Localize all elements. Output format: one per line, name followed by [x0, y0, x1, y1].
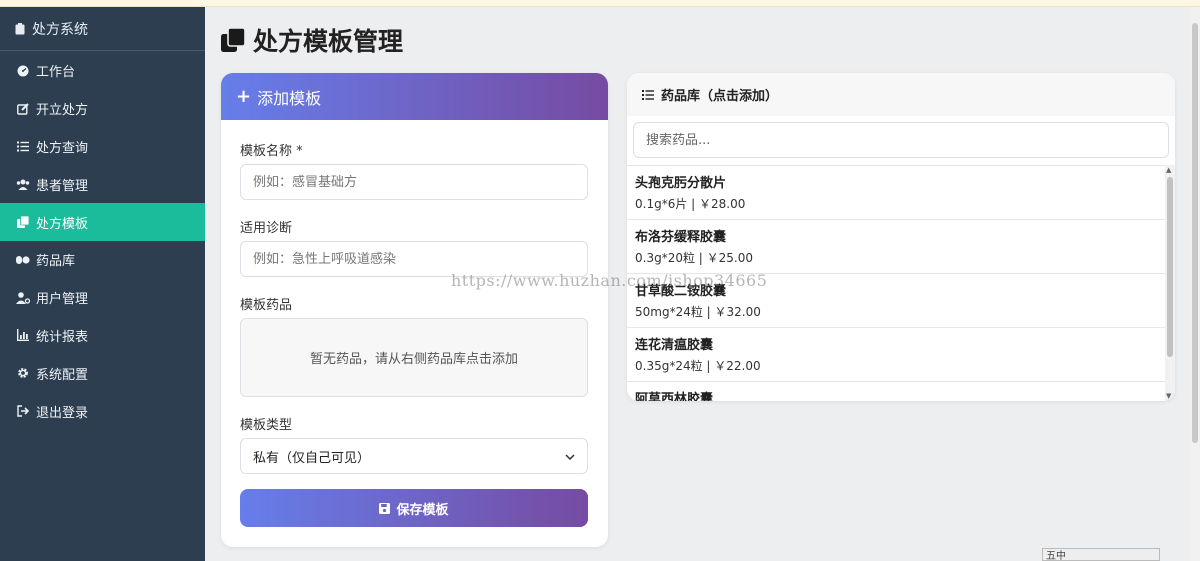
drug-list-item[interactable]: 连花清瘟胶囊 0.35g*24粒 | ￥22.00 [627, 328, 1175, 382]
sidebar-brand: 处方系统 [0, 7, 205, 51]
add-template-card: + 添加模板 模板名称 * 适用诊断 模板药品 暂无药品，请从右侧药品库点击添加… [221, 73, 608, 547]
page-title: 处方模板管理 [221, 22, 403, 58]
drug-search-input[interactable] [633, 122, 1169, 158]
sidebar-item-label: 处方查询 [36, 140, 89, 156]
copy-icon [221, 28, 245, 52]
sidebar-item-label: 系统配置 [36, 367, 89, 383]
drug-search-wrap [633, 122, 1169, 158]
drug-list-item[interactable]: 布洛芬缓释胶囊 0.3g*20粒 | ￥25.00 [627, 220, 1175, 274]
drug-name: 头孢克肟分散片 [635, 176, 727, 191]
drug-name: 连花清瘟胶囊 [635, 338, 714, 353]
dashboard-icon [16, 65, 30, 77]
drug-library-header: 药品库（点击添加） [627, 73, 1175, 116]
sidebar-item-patients[interactable]: 患者管理 [0, 165, 205, 203]
sidebar-item-drug-library[interactable]: 药品库 [0, 241, 205, 279]
save-template-label: 保存模板 [396, 502, 449, 518]
template-type-label: 模板类型 [240, 418, 293, 433]
sidebar-item-label: 处方模板 [36, 216, 89, 232]
brand-label: 处方系统 [32, 21, 88, 38]
drug-info: 0.35g*24粒 | ￥22.00 [635, 359, 761, 373]
drug-library-card: 药品库（点击添加） 头孢克肟分散片 0.1g*6片 | ￥28.00 布洛芬缓释… [627, 73, 1175, 401]
pills-icon [16, 254, 30, 265]
logout-icon [16, 405, 30, 417]
template-type-value: 私有（仅自己可见） [253, 450, 371, 466]
diagnosis-label: 适用诊断 [240, 221, 293, 236]
edit-icon [16, 102, 30, 115]
drug-name: 阿莫西林胶囊 [635, 392, 714, 401]
sidebar-item-label: 退出登录 [36, 405, 89, 421]
sidebar-item-templates[interactable]: 处方模板 [0, 203, 205, 241]
sidebar-item-label: 统计报表 [36, 329, 89, 345]
chevron-down-icon [565, 449, 575, 464]
drug-list-item[interactable]: 阿莫西林胶囊 [627, 382, 1175, 401]
drug-list-scrollbar[interactable]: ▲ ▼ [1165, 165, 1175, 401]
ime-toolbar-label: 五中 [1046, 551, 1066, 561]
sidebar-item-label: 工作台 [36, 65, 76, 81]
template-name-label: 模板名称 * [240, 144, 303, 159]
top-notice-strip [0, 0, 1200, 7]
template-name-input[interactable] [240, 164, 588, 200]
plus-icon: + [236, 86, 252, 107]
list-icon [16, 141, 30, 152]
sidebar-item-dashboard[interactable]: 工作台 [0, 52, 205, 90]
scroll-up-icon[interactable]: ▲ [1166, 166, 1171, 174]
template-type-select[interactable]: 私有（仅自己可见） [240, 438, 588, 474]
template-drugs-label: 模板药品 [240, 298, 293, 313]
sidebar-item-new-prescription[interactable]: 开立处方 [0, 90, 205, 128]
clipboard-icon [14, 22, 26, 35]
drug-info: 50mg*24粒 | ￥32.00 [635, 305, 761, 319]
sidebar-item-user-management[interactable]: 用户管理 [0, 279, 205, 317]
user-cog-icon [16, 291, 30, 304]
add-template-header: + 添加模板 [221, 73, 608, 120]
template-drugs-empty: 暂无药品，请从右侧药品库点击添加 [240, 318, 588, 397]
users-icon [16, 179, 30, 190]
page-title-text: 处方模板管理 [253, 27, 404, 56]
copy-icon [16, 216, 30, 229]
gear-icon [16, 367, 30, 379]
sidebar-item-label: 用户管理 [36, 292, 89, 308]
sidebar-item-label: 患者管理 [36, 178, 89, 194]
scroll-down-icon[interactable]: ▼ [1166, 392, 1171, 400]
add-template-title: 添加模板 [257, 88, 322, 108]
watermark-text: https://www.huzhan.com/ishop34665 [451, 271, 768, 290]
sidebar-item-reports[interactable]: 统计报表 [0, 317, 205, 355]
drug-library-title: 药品库（点击添加） [661, 89, 779, 104]
drug-info: 0.3g*20粒 | ￥25.00 [635, 251, 753, 265]
drug-name: 布洛芬缓释胶囊 [635, 230, 727, 245]
sidebar-item-settings[interactable]: 系统配置 [0, 354, 205, 392]
save-template-button[interactable]: 保存模板 [240, 489, 588, 527]
sidebar-item-label: 药品库 [36, 254, 76, 270]
chart-icon [16, 329, 30, 342]
drug-list-item[interactable]: 头孢克肟分散片 0.1g*6片 | ￥28.00 [627, 166, 1175, 220]
sidebar: 处方系统 工作台 开立处方 处方查询 患者管理 处方模板 药品库 用户管理 统计… [0, 7, 205, 561]
sidebar-item-label: 开立处方 [36, 103, 89, 119]
sidebar-item-prescription-query[interactable]: 处方查询 [0, 128, 205, 166]
drug-list-scroll-thumb[interactable] [1167, 177, 1173, 357]
sidebar-item-logout[interactable]: 退出登录 [0, 392, 205, 430]
list-icon [642, 89, 654, 100]
ime-toolbar[interactable]: 五中 [1042, 548, 1160, 561]
drug-info: 0.1g*6片 | ￥28.00 [635, 197, 746, 211]
page-scroll-thumb[interactable] [1192, 23, 1198, 443]
page-scrollbar[interactable] [1190, 7, 1200, 561]
template-drugs-empty-text: 暂无药品，请从右侧药品库点击添加 [309, 352, 518, 367]
sidebar-nav: 工作台 开立处方 处方查询 患者管理 处方模板 药品库 用户管理 统计报表 系统… [0, 52, 205, 430]
save-icon [379, 502, 391, 514]
